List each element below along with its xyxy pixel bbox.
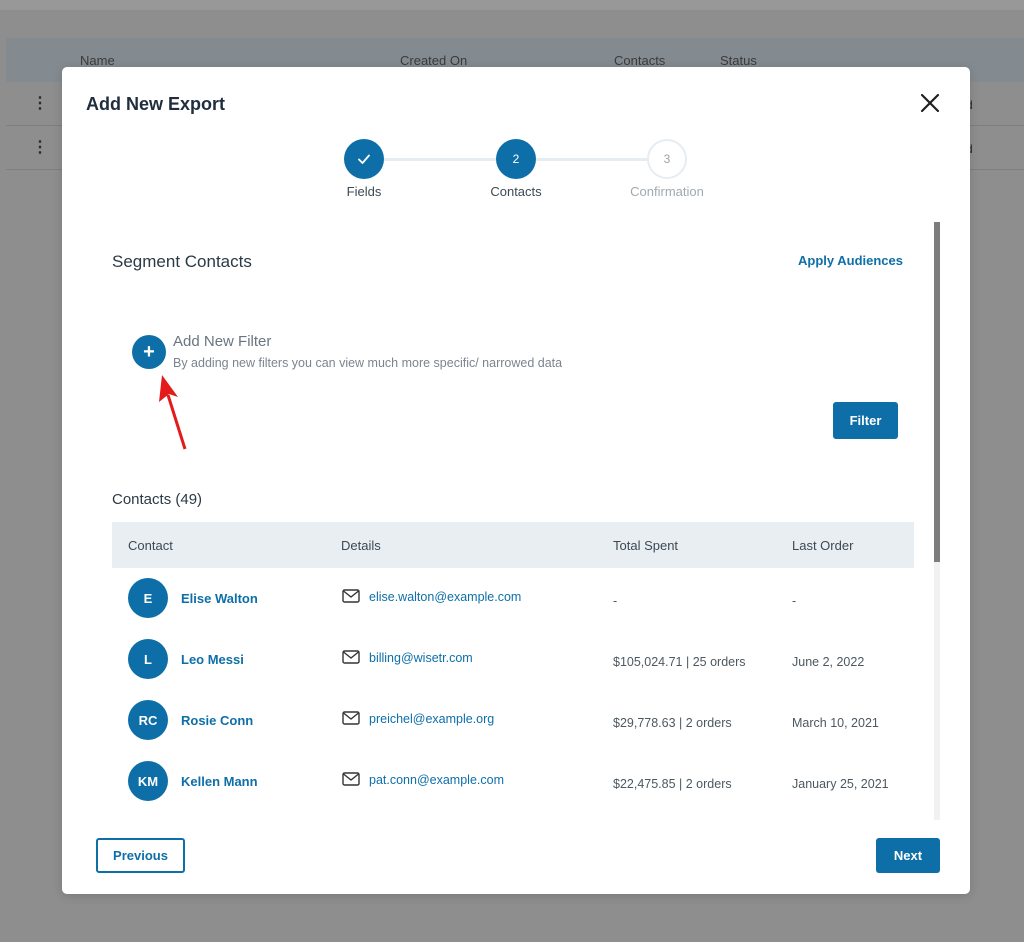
col-total-spent: Total Spent xyxy=(613,538,679,553)
table-row: L Leo Messi billing@wisetr.com $105,024.… xyxy=(112,629,914,690)
last-order: January 25, 2021 xyxy=(792,777,889,791)
add-filter-button[interactable]: + xyxy=(132,335,166,369)
modal-title: Add New Export xyxy=(86,94,226,114)
step-label-fields: Fields xyxy=(346,184,382,199)
background-topbar xyxy=(0,0,1024,10)
total-spent: - xyxy=(613,594,618,608)
col-contact: Contact xyxy=(128,538,173,553)
table-row: RC Rosie Conn preichel@example.org $29,7… xyxy=(112,690,914,751)
contact-name-link[interactable]: Elise Walton xyxy=(181,591,258,606)
last-order: March 10, 2021 xyxy=(792,716,879,730)
add-filter-subtitle: By adding new filters you can view much … xyxy=(173,356,563,370)
total-spent: $105,024.71 | 25 orders xyxy=(613,655,746,669)
background-col-status: Status xyxy=(720,53,757,68)
close-icon[interactable] xyxy=(918,91,942,115)
step-fields-check-icon xyxy=(344,139,384,179)
filter-button[interactable]: Filter xyxy=(833,402,898,439)
mail-icon xyxy=(342,772,360,786)
add-filter-title[interactable]: Add New Filter xyxy=(173,333,271,350)
segment-contacts-title: Segment Contacts xyxy=(112,252,252,271)
last-order: June 2, 2022 xyxy=(792,655,865,669)
avatar: KM xyxy=(128,761,168,801)
apply-audiences-link[interactable]: Apply Audiences xyxy=(798,253,903,268)
col-last-order: Last Order xyxy=(792,538,854,553)
scrollbar-thumb[interactable] xyxy=(934,222,940,562)
mail-icon xyxy=(342,711,360,725)
step-confirmation-number: 3 xyxy=(647,139,687,179)
kebab-menu-icon: ⋮ xyxy=(32,139,48,156)
table-row: KM Kellen Mann pat.conn@example.com $22,… xyxy=(112,751,914,812)
table-row: E Elise Walton elise.walton@example.com … xyxy=(112,568,914,629)
next-button[interactable]: Next xyxy=(876,838,940,873)
avatar: E xyxy=(128,578,168,618)
contact-name-link[interactable]: Leo Messi xyxy=(181,652,244,667)
step-connector xyxy=(384,158,496,161)
contact-name-link[interactable]: Kellen Mann xyxy=(181,774,258,789)
table-header: Contact Details Total Spent Last Order xyxy=(112,522,914,568)
mail-icon xyxy=(342,650,360,664)
previous-button[interactable]: Previous xyxy=(96,838,185,873)
contact-email-link[interactable]: preichel@example.org xyxy=(369,712,494,726)
mail-icon xyxy=(342,589,360,603)
step-label-confirmation: Confirmation xyxy=(630,184,704,199)
add-export-modal: Add New Export Fields 2 Contacts 3 Confi… xyxy=(62,67,970,894)
contacts-count-title: Contacts (49) xyxy=(112,491,203,508)
avatar: L xyxy=(128,639,168,679)
kebab-menu-icon: ⋮ xyxy=(32,95,48,112)
contact-email-link[interactable]: pat.conn@example.com xyxy=(369,773,504,787)
avatar: RC xyxy=(128,700,168,740)
step-label-contacts: Contacts xyxy=(490,184,542,199)
step-contacts-number: 2 xyxy=(496,139,536,179)
plus-icon: + xyxy=(143,340,155,363)
background-col-created: Created On xyxy=(400,53,468,68)
last-order: - xyxy=(792,594,797,608)
total-spent: $22,475.85 | 2 orders xyxy=(613,777,732,791)
contact-email-link[interactable]: billing@wisetr.com xyxy=(369,651,473,665)
contacts-table: Contact Details Total Spent Last Order E… xyxy=(112,522,914,812)
background-col-contacts: Contacts xyxy=(614,53,666,68)
contact-email-link[interactable]: elise.walton@example.com xyxy=(369,590,521,604)
background-col-name: Name xyxy=(80,53,115,68)
red-arrow-annotation-icon xyxy=(159,375,187,450)
contact-name-link[interactable]: Rosie Conn xyxy=(181,713,253,728)
step-connector xyxy=(536,158,648,161)
total-spent: $29,778.63 | 2 orders xyxy=(613,716,732,730)
col-details: Details xyxy=(341,538,381,553)
